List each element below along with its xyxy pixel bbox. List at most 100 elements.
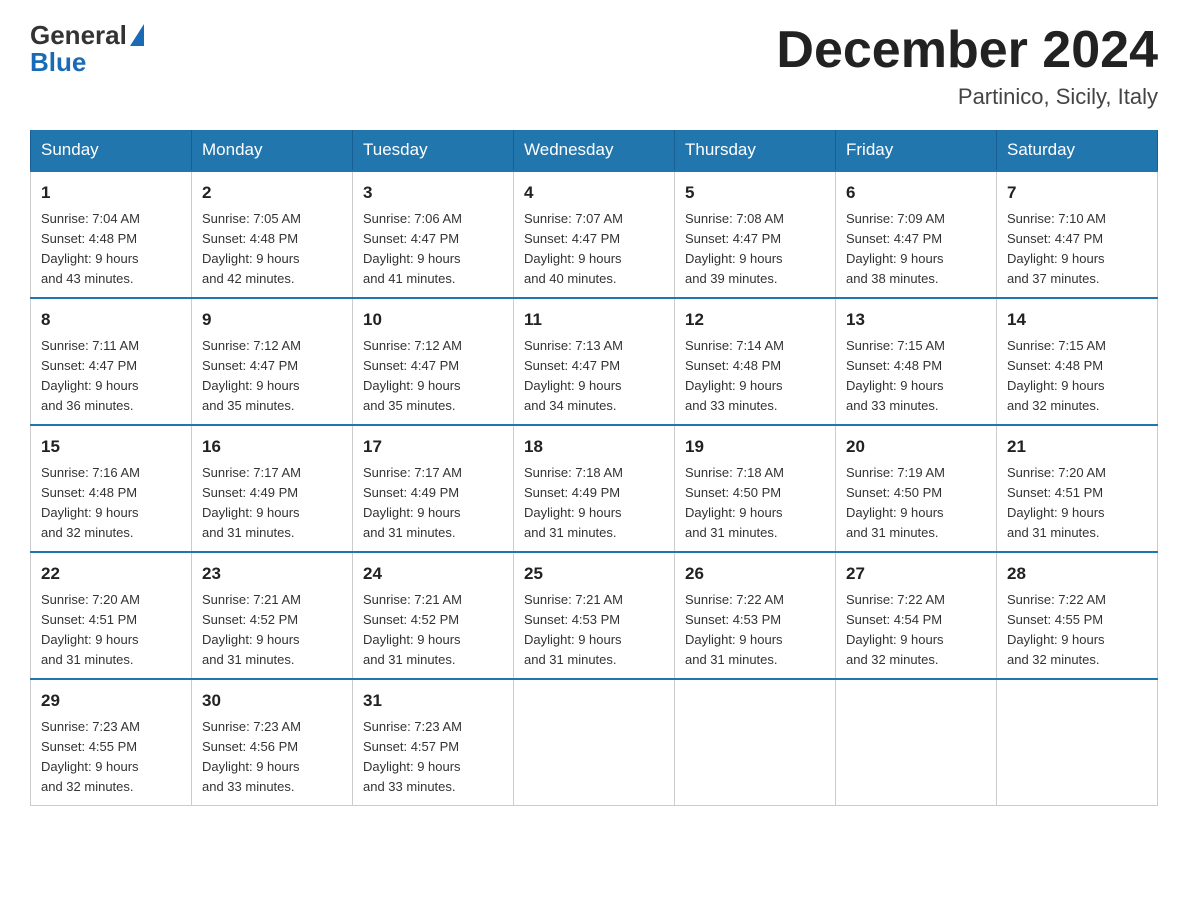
- calendar-cell: [836, 679, 997, 806]
- day-info: Sunrise: 7:04 AMSunset: 4:48 PMDaylight:…: [41, 209, 181, 290]
- day-number: 2: [202, 180, 342, 206]
- day-number: 20: [846, 434, 986, 460]
- day-info: Sunrise: 7:12 AMSunset: 4:47 PMDaylight:…: [202, 336, 342, 417]
- location-text: Partinico, Sicily, Italy: [776, 84, 1158, 110]
- day-number: 29: [41, 688, 181, 714]
- calendar-cell: 5 Sunrise: 7:08 AMSunset: 4:47 PMDaylight…: [675, 171, 836, 298]
- col-header-monday: Monday: [192, 130, 353, 171]
- month-title: December 2024: [776, 20, 1158, 80]
- day-number: 19: [685, 434, 825, 460]
- day-number: 4: [524, 180, 664, 206]
- calendar-cell: 14 Sunrise: 7:15 AMSunset: 4:48 PMDayligh…: [997, 298, 1158, 425]
- day-number: 18: [524, 434, 664, 460]
- calendar-table: SundayMondayTuesdayWednesdayThursdayFrid…: [30, 130, 1158, 806]
- day-info: Sunrise: 7:12 AMSunset: 4:47 PMDaylight:…: [363, 336, 503, 417]
- day-info: Sunrise: 7:22 AMSunset: 4:53 PMDaylight:…: [685, 590, 825, 671]
- day-info: Sunrise: 7:06 AMSunset: 4:47 PMDaylight:…: [363, 209, 503, 290]
- calendar-cell: 8Sunrise: 7:11 AMSunset: 4:47 PMDaylight…: [31, 298, 192, 425]
- col-header-thursday: Thursday: [675, 130, 836, 171]
- day-info: Sunrise: 7:08 AMSunset: 4:47 PMDaylight:…: [685, 209, 825, 290]
- logo-blue-text: Blue: [30, 47, 86, 78]
- day-number: 27: [846, 561, 986, 587]
- calendar-cell: 7Sunrise: 7:10 AMSunset: 4:47 PMDaylight…: [997, 171, 1158, 298]
- day-number: 11: [524, 307, 664, 333]
- day-number: 24: [363, 561, 503, 587]
- day-number: 1: [41, 180, 181, 206]
- day-info: Sunrise: 7:15 AMSunset: 4:48 PMDaylight:…: [846, 336, 986, 417]
- calendar-cell: 2 Sunrise: 7:05 AMSunset: 4:48 PMDaylight…: [192, 171, 353, 298]
- day-info: Sunrise: 7:05 AMSunset: 4:48 PMDaylight:…: [202, 209, 342, 290]
- calendar-cell: 30Sunrise: 7:23 AMSunset: 4:56 PMDayligh…: [192, 679, 353, 806]
- col-header-wednesday: Wednesday: [514, 130, 675, 171]
- calendar-week-row: 15 Sunrise: 7:16 AMSunset: 4:48 PMDayligh…: [31, 425, 1158, 552]
- day-info: Sunrise: 7:07 AMSunset: 4:47 PMDaylight:…: [524, 209, 664, 290]
- calendar-cell: 13Sunrise: 7:15 AMSunset: 4:48 PMDayligh…: [836, 298, 997, 425]
- title-section: December 2024 Partinico, Sicily, Italy: [776, 20, 1158, 110]
- logo: General Blue: [30, 20, 144, 78]
- calendar-cell: 16Sunrise: 7:17 AMSunset: 4:49 PMDayligh…: [192, 425, 353, 552]
- day-number: 5: [685, 180, 825, 206]
- col-header-saturday: Saturday: [997, 130, 1158, 171]
- calendar-cell: 27 Sunrise: 7:22 AMSunset: 4:54 PMDayligh…: [836, 552, 997, 679]
- calendar-cell: 4 Sunrise: 7:07 AMSunset: 4:47 PMDaylight…: [514, 171, 675, 298]
- calendar-cell: 31 Sunrise: 7:23 AMSunset: 4:57 PMDayligh…: [353, 679, 514, 806]
- calendar-cell: 20 Sunrise: 7:19 AMSunset: 4:50 PMDayligh…: [836, 425, 997, 552]
- calendar-week-row: 1 Sunrise: 7:04 AMSunset: 4:48 PMDaylight…: [31, 171, 1158, 298]
- day-number: 14: [1007, 307, 1147, 333]
- page-header: General Blue December 2024 Partinico, Si…: [30, 20, 1158, 110]
- day-info: Sunrise: 7:20 AMSunset: 4:51 PMDaylight:…: [1007, 463, 1147, 544]
- calendar-cell: 23Sunrise: 7:21 AMSunset: 4:52 PMDayligh…: [192, 552, 353, 679]
- calendar-cell: 29 Sunrise: 7:23 AMSunset: 4:55 PMDayligh…: [31, 679, 192, 806]
- day-info: Sunrise: 7:14 AMSunset: 4:48 PMDaylight:…: [685, 336, 825, 417]
- col-header-friday: Friday: [836, 130, 997, 171]
- calendar-cell: 6 Sunrise: 7:09 AMSunset: 4:47 PMDaylight…: [836, 171, 997, 298]
- calendar-cell: 25Sunrise: 7:21 AMSunset: 4:53 PMDayligh…: [514, 552, 675, 679]
- day-info: Sunrise: 7:22 AMSunset: 4:55 PMDaylight:…: [1007, 590, 1147, 671]
- col-header-sunday: Sunday: [31, 130, 192, 171]
- day-info: Sunrise: 7:18 AMSunset: 4:50 PMDaylight:…: [685, 463, 825, 544]
- day-info: Sunrise: 7:09 AMSunset: 4:47 PMDaylight:…: [846, 209, 986, 290]
- day-number: 31: [363, 688, 503, 714]
- day-info: Sunrise: 7:19 AMSunset: 4:50 PMDaylight:…: [846, 463, 986, 544]
- calendar-cell: 9 Sunrise: 7:12 AMSunset: 4:47 PMDaylight…: [192, 298, 353, 425]
- calendar-cell: 22Sunrise: 7:20 AMSunset: 4:51 PMDayligh…: [31, 552, 192, 679]
- day-info: Sunrise: 7:23 AMSunset: 4:55 PMDaylight:…: [41, 717, 181, 798]
- day-number: 22: [41, 561, 181, 587]
- day-number: 7: [1007, 180, 1147, 206]
- day-info: Sunrise: 7:21 AMSunset: 4:53 PMDaylight:…: [524, 590, 664, 671]
- calendar-cell: 12 Sunrise: 7:14 AMSunset: 4:48 PMDayligh…: [675, 298, 836, 425]
- calendar-cell: [514, 679, 675, 806]
- day-number: 9: [202, 307, 342, 333]
- day-number: 6: [846, 180, 986, 206]
- day-number: 10: [363, 307, 503, 333]
- day-number: 28: [1007, 561, 1147, 587]
- day-number: 17: [363, 434, 503, 460]
- calendar-week-row: 8Sunrise: 7:11 AMSunset: 4:47 PMDaylight…: [31, 298, 1158, 425]
- day-number: 3: [363, 180, 503, 206]
- calendar-cell: 10 Sunrise: 7:12 AMSunset: 4:47 PMDayligh…: [353, 298, 514, 425]
- day-info: Sunrise: 7:22 AMSunset: 4:54 PMDaylight:…: [846, 590, 986, 671]
- day-number: 26: [685, 561, 825, 587]
- day-number: 12: [685, 307, 825, 333]
- calendar-header-row: SundayMondayTuesdayWednesdayThursdayFrid…: [31, 130, 1158, 171]
- day-info: Sunrise: 7:23 AMSunset: 4:57 PMDaylight:…: [363, 717, 503, 798]
- calendar-cell: 3 Sunrise: 7:06 AMSunset: 4:47 PMDaylight…: [353, 171, 514, 298]
- day-number: 30: [202, 688, 342, 714]
- calendar-cell: 17Sunrise: 7:17 AMSunset: 4:49 PMDayligh…: [353, 425, 514, 552]
- day-info: Sunrise: 7:16 AMSunset: 4:48 PMDaylight:…: [41, 463, 181, 544]
- day-info: Sunrise: 7:15 AMSunset: 4:48 PMDaylight:…: [1007, 336, 1147, 417]
- calendar-cell: [997, 679, 1158, 806]
- day-number: 15: [41, 434, 181, 460]
- calendar-cell: 18Sunrise: 7:18 AMSunset: 4:49 PMDayligh…: [514, 425, 675, 552]
- logo-triangle-icon: [130, 24, 144, 46]
- calendar-cell: 15 Sunrise: 7:16 AMSunset: 4:48 PMDayligh…: [31, 425, 192, 552]
- calendar-week-row: 29 Sunrise: 7:23 AMSunset: 4:55 PMDayligh…: [31, 679, 1158, 806]
- day-number: 23: [202, 561, 342, 587]
- calendar-cell: 19 Sunrise: 7:18 AMSunset: 4:50 PMDayligh…: [675, 425, 836, 552]
- day-info: Sunrise: 7:13 AMSunset: 4:47 PMDaylight:…: [524, 336, 664, 417]
- day-info: Sunrise: 7:17 AMSunset: 4:49 PMDaylight:…: [202, 463, 342, 544]
- calendar-cell: 1 Sunrise: 7:04 AMSunset: 4:48 PMDaylight…: [31, 171, 192, 298]
- col-header-tuesday: Tuesday: [353, 130, 514, 171]
- calendar-cell: 11 Sunrise: 7:13 AMSunset: 4:47 PMDayligh…: [514, 298, 675, 425]
- calendar-cell: 21Sunrise: 7:20 AMSunset: 4:51 PMDayligh…: [997, 425, 1158, 552]
